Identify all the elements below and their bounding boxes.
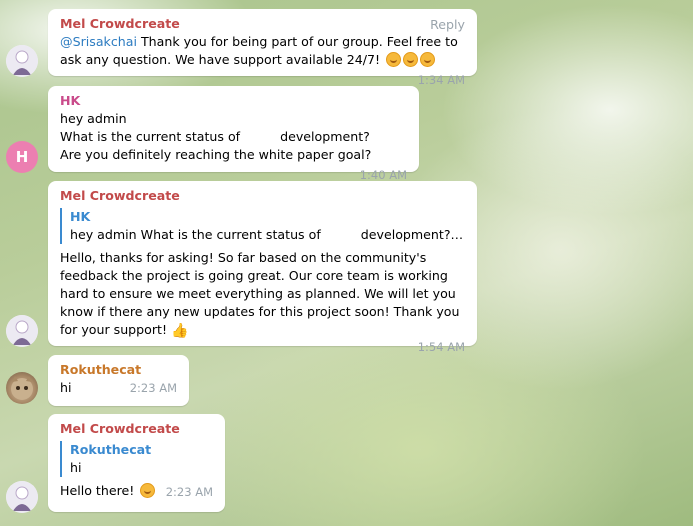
reply-quote[interactable]: HK hey admin What is the current status … [60,208,465,244]
cat-avatar-icon [11,376,33,400]
sender-name[interactable]: HK [60,92,407,110]
message-bubble[interactable]: HK hey admin What is the current status … [48,86,419,182]
message-text: Hello there! 2:23 AM [60,483,213,499]
message-bubble[interactable]: Mel Crowdcreate HK hey admin What is the… [48,181,477,354]
message-bubble[interactable]: Rokuthecat hi 2:23 AM [48,355,189,406]
user-icon [6,45,38,77]
avatar-mel-crowdcreate[interactable] [6,45,38,77]
grinning-face-icon [403,52,419,67]
reply-quote[interactable]: Rokuthecat hi [60,441,213,477]
grinning-face-icon [420,52,436,67]
reply-button[interactable]: Reply [430,16,465,34]
message-timestamp: 2:23 AM [129,381,177,395]
message-text: hi 2:23 AM [60,380,177,395]
message-timestamp: 1:34 AM [417,73,465,87]
message-text: @Srisakchai Thank you for being part of … [60,34,465,87]
avatar-rokuthecat[interactable] [6,372,38,404]
avatar-mel-crowdcreate[interactable] [6,481,38,513]
avatar-mel-crowdcreate[interactable] [6,315,38,347]
sender-name[interactable]: Mel Crowdcreate [60,420,213,438]
sender-name[interactable]: Mel Crowdcreate [60,187,465,205]
message-text: hey admin What is the current status of d… [60,111,407,182]
avatar-hk[interactable]: H [6,141,38,173]
user-icon [6,481,38,513]
winking-face-icon [140,483,156,498]
sender-name[interactable]: Mel Crowdcreate [60,15,465,33]
message-timestamp: 1:54 AM [417,340,465,354]
grinning-face-icon [386,52,402,67]
thumbs-up-icon: 👍 [171,323,189,339]
message-text: Hello, thanks for asking! So far based o… [60,250,460,339]
quote-sender: HK [70,209,91,224]
chat-history[interactable]: Mel Crowdcreate Reply @Srisakchai Thank … [0,0,693,526]
message-timestamp: 1:40 AM [359,168,407,182]
message-timestamp: 2:23 AM [165,485,213,499]
message-bubble[interactable]: Mel Crowdcreate Reply @Srisakchai Thank … [48,9,477,87]
user-mention[interactable]: @Srisakchai [60,34,137,49]
sender-name[interactable]: Rokuthecat [60,361,177,379]
user-icon [6,315,38,347]
message-bubble[interactable]: Mel Crowdcreate Rokuthecat hi Hello ther… [48,414,225,512]
quote-sender: Rokuthecat [70,442,152,457]
